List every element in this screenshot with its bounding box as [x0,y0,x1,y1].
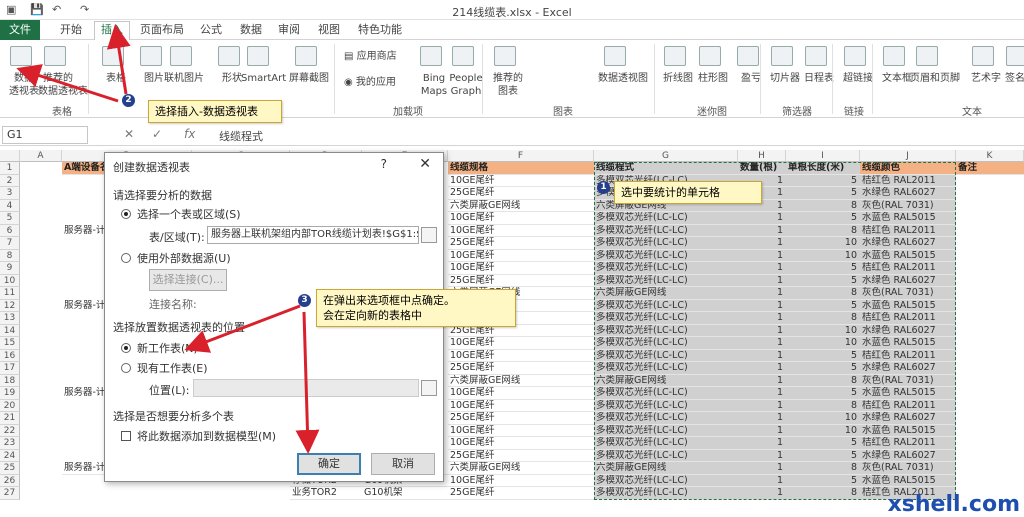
step-badge-2: 2 [122,94,135,107]
ribbon-group-label: 链接 [844,107,864,118]
arrow-to-ok [295,311,320,454]
step-badge-3: 3 [298,294,311,307]
callout-select-cells: 选中要统计的单元格 [614,181,762,204]
callout-insert-pivot: 选择插入-数据透视表 [148,100,282,123]
callout-confirm-line2: 会在定向新的表格中 [323,309,422,322]
ribbon-group-label: 迷你图 [697,107,727,118]
ribbon-group-label: 图表 [553,107,573,118]
callout-confirm-line1: 在弹出来选项框中点确定。 [323,294,455,307]
arrow-to-new-sheet [184,304,301,353]
ribbon-group-label: 加载项 [393,107,423,118]
callout-confirm: 在弹出来选项框中点确定。 会在定向新的表格中 [316,289,516,327]
ribbon-group-label: 文本 [962,107,982,118]
ribbon-group-label: 表格 [52,107,72,118]
arrow-to-pivot [16,64,119,103]
arrow-to-insert [106,24,131,95]
step-badge-1: 1 [597,181,610,194]
ribbon-group-label: 筛选器 [782,107,812,118]
watermark: xshell.com [887,492,1020,517]
annotation-arrows [16,24,320,454]
